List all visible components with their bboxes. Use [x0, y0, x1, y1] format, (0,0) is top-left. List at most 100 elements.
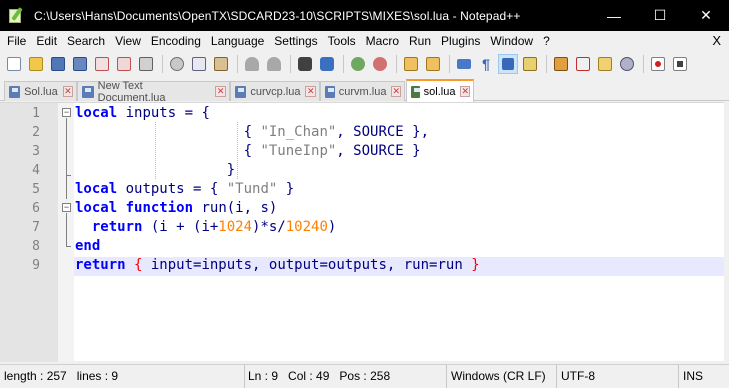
code-token: "TuneInp" [260, 143, 337, 159]
fold-toggle-icon[interactable]: − [62, 108, 71, 117]
menu-view[interactable]: View [110, 31, 146, 51]
menu-window[interactable]: Window [485, 31, 538, 51]
code-line[interactable]: return { input=inputs, output=outputs, r… [75, 256, 480, 275]
status-bar: length : 257 lines : 9 Ln : 9 Col : 49 P… [0, 364, 729, 388]
close-tab-icon[interactable]: ✕ [305, 86, 316, 97]
save-icon[interactable] [48, 54, 68, 74]
status-encoding: UTF-8 [557, 365, 679, 388]
tab-label: curvm.lua [338, 85, 387, 98]
tab-sol-lua-upper[interactable]: Sol.lua ✕ [4, 81, 77, 101]
menu-edit[interactable]: Edit [31, 31, 62, 51]
tab-curvm[interactable]: curvm.lua ✕ [320, 81, 405, 101]
copy-icon[interactable] [189, 54, 209, 74]
fold-end-marker [66, 175, 71, 176]
zoom-out-icon[interactable] [370, 54, 390, 74]
code-editor[interactable]: − − 1 local inputs = {2 { "In_Chan", SOUR… [0, 102, 729, 362]
code-token: input=inputs, output=outputs, run=run [142, 257, 472, 273]
show-all-chars-icon[interactable]: ¶ [476, 54, 496, 74]
record-macro-icon[interactable] [648, 54, 668, 74]
menu-plugins[interactable]: Plugins [436, 31, 485, 51]
replace-icon[interactable] [317, 54, 337, 74]
line-number: 8 [32, 239, 40, 254]
language-icon[interactable] [520, 54, 540, 74]
close-tab-icon[interactable]: ✕ [460, 86, 470, 97]
status-length-lines: length : 257 lines : 9 [0, 365, 245, 388]
fold-margin[interactable]: − − [58, 103, 74, 362]
close-window-button[interactable]: ✕ [683, 0, 729, 31]
menu-encoding[interactable]: Encoding [146, 31, 206, 51]
line-number: 9 [32, 258, 40, 273]
line-number: 7 [32, 220, 40, 235]
status-ln: Ln : 9 [248, 369, 279, 383]
menu-settings[interactable]: Settings [269, 31, 322, 51]
open-file-icon[interactable] [26, 54, 46, 74]
menu-file[interactable]: File [0, 31, 31, 51]
close-all-icon[interactable] [114, 54, 134, 74]
code-token: local [75, 181, 118, 197]
code-line[interactable]: local outputs = { "Tund" } [75, 180, 294, 199]
code-token: inputs = { [117, 105, 210, 121]
close-tab-icon[interactable]: ✕ [215, 86, 226, 97]
menu-macro[interactable]: Macro [361, 31, 404, 51]
close-document-button[interactable]: X [712, 31, 721, 51]
menu-bar: File Edit Search View Encoding Language … [0, 31, 729, 51]
redo-icon[interactable] [264, 54, 284, 74]
file-icon [325, 85, 335, 98]
word-wrap-icon[interactable] [454, 54, 474, 74]
cut-icon[interactable] [167, 54, 187, 74]
indent-guide-icon[interactable] [498, 53, 518, 74]
zoom-in-icon[interactable] [348, 54, 368, 74]
code-line[interactable]: return (i + (i+1024)*s/10240) [75, 218, 336, 237]
close-icon[interactable] [92, 54, 112, 74]
print-icon[interactable] [136, 54, 156, 74]
sync-horizontal-icon[interactable] [423, 54, 443, 74]
menu-search[interactable]: Search [62, 31, 110, 51]
code-token: return [75, 257, 126, 273]
code-token: } [471, 257, 480, 273]
menu-help[interactable]: ? [538, 31, 555, 51]
tab-new-text-document[interactable]: New Text Document.lua ✕ [77, 80, 230, 104]
toolbar-separator [449, 54, 450, 73]
code-token: "Tund" [226, 181, 278, 197]
code-token: )*s/ [252, 219, 286, 235]
code-token: local [75, 200, 118, 216]
doc-map-icon[interactable] [551, 54, 571, 74]
paste-icon[interactable] [211, 54, 231, 74]
maximize-button[interactable]: ☐ [637, 0, 683, 31]
stop-macro-icon[interactable] [670, 54, 690, 74]
function-list-icon[interactable] [573, 54, 593, 74]
tab-label: sol.lua [423, 85, 456, 98]
minimize-button[interactable]: — [591, 0, 637, 31]
new-file-icon[interactable] [4, 54, 24, 74]
undo-icon[interactable] [242, 54, 262, 74]
save-all-icon[interactable] [70, 54, 90, 74]
fold-toggle-icon[interactable]: − [62, 203, 71, 212]
find-icon[interactable] [295, 54, 315, 74]
menu-run[interactable]: Run [404, 31, 436, 51]
sync-vertical-icon[interactable] [401, 54, 421, 74]
code-token: outputs = { [117, 181, 227, 197]
menu-tools[interactable]: Tools [323, 31, 361, 51]
code-line[interactable]: end [75, 237, 100, 256]
close-tab-icon[interactable]: ✕ [62, 86, 73, 97]
close-tab-icon[interactable]: ✕ [391, 86, 401, 97]
code-line[interactable]: local inputs = { [75, 104, 210, 123]
indent-guide [237, 122, 238, 179]
toolbar-separator [162, 54, 163, 73]
status-eol: Windows (CR LF) [447, 365, 557, 388]
monitoring-icon[interactable] [617, 54, 637, 74]
code-line[interactable]: { "In_Chan", SOURCE }, [75, 123, 429, 142]
code-line[interactable]: { "TuneInp", SOURCE } [75, 142, 421, 161]
folder-workspace-icon[interactable] [595, 54, 615, 74]
tab-curvcp[interactable]: curvcp.lua ✕ [230, 81, 320, 101]
menu-language[interactable]: Language [206, 31, 269, 51]
code-line[interactable]: local function run(i, s) [75, 199, 277, 218]
file-icon [411, 85, 420, 98]
code-token: } [277, 181, 295, 197]
tab-sol-lua-active[interactable]: sol.lua ✕ [406, 79, 474, 102]
vertical-scrollbar[interactable] [724, 102, 729, 361]
code-token: , SOURCE } [336, 143, 421, 159]
line-number: 4 [32, 163, 40, 178]
